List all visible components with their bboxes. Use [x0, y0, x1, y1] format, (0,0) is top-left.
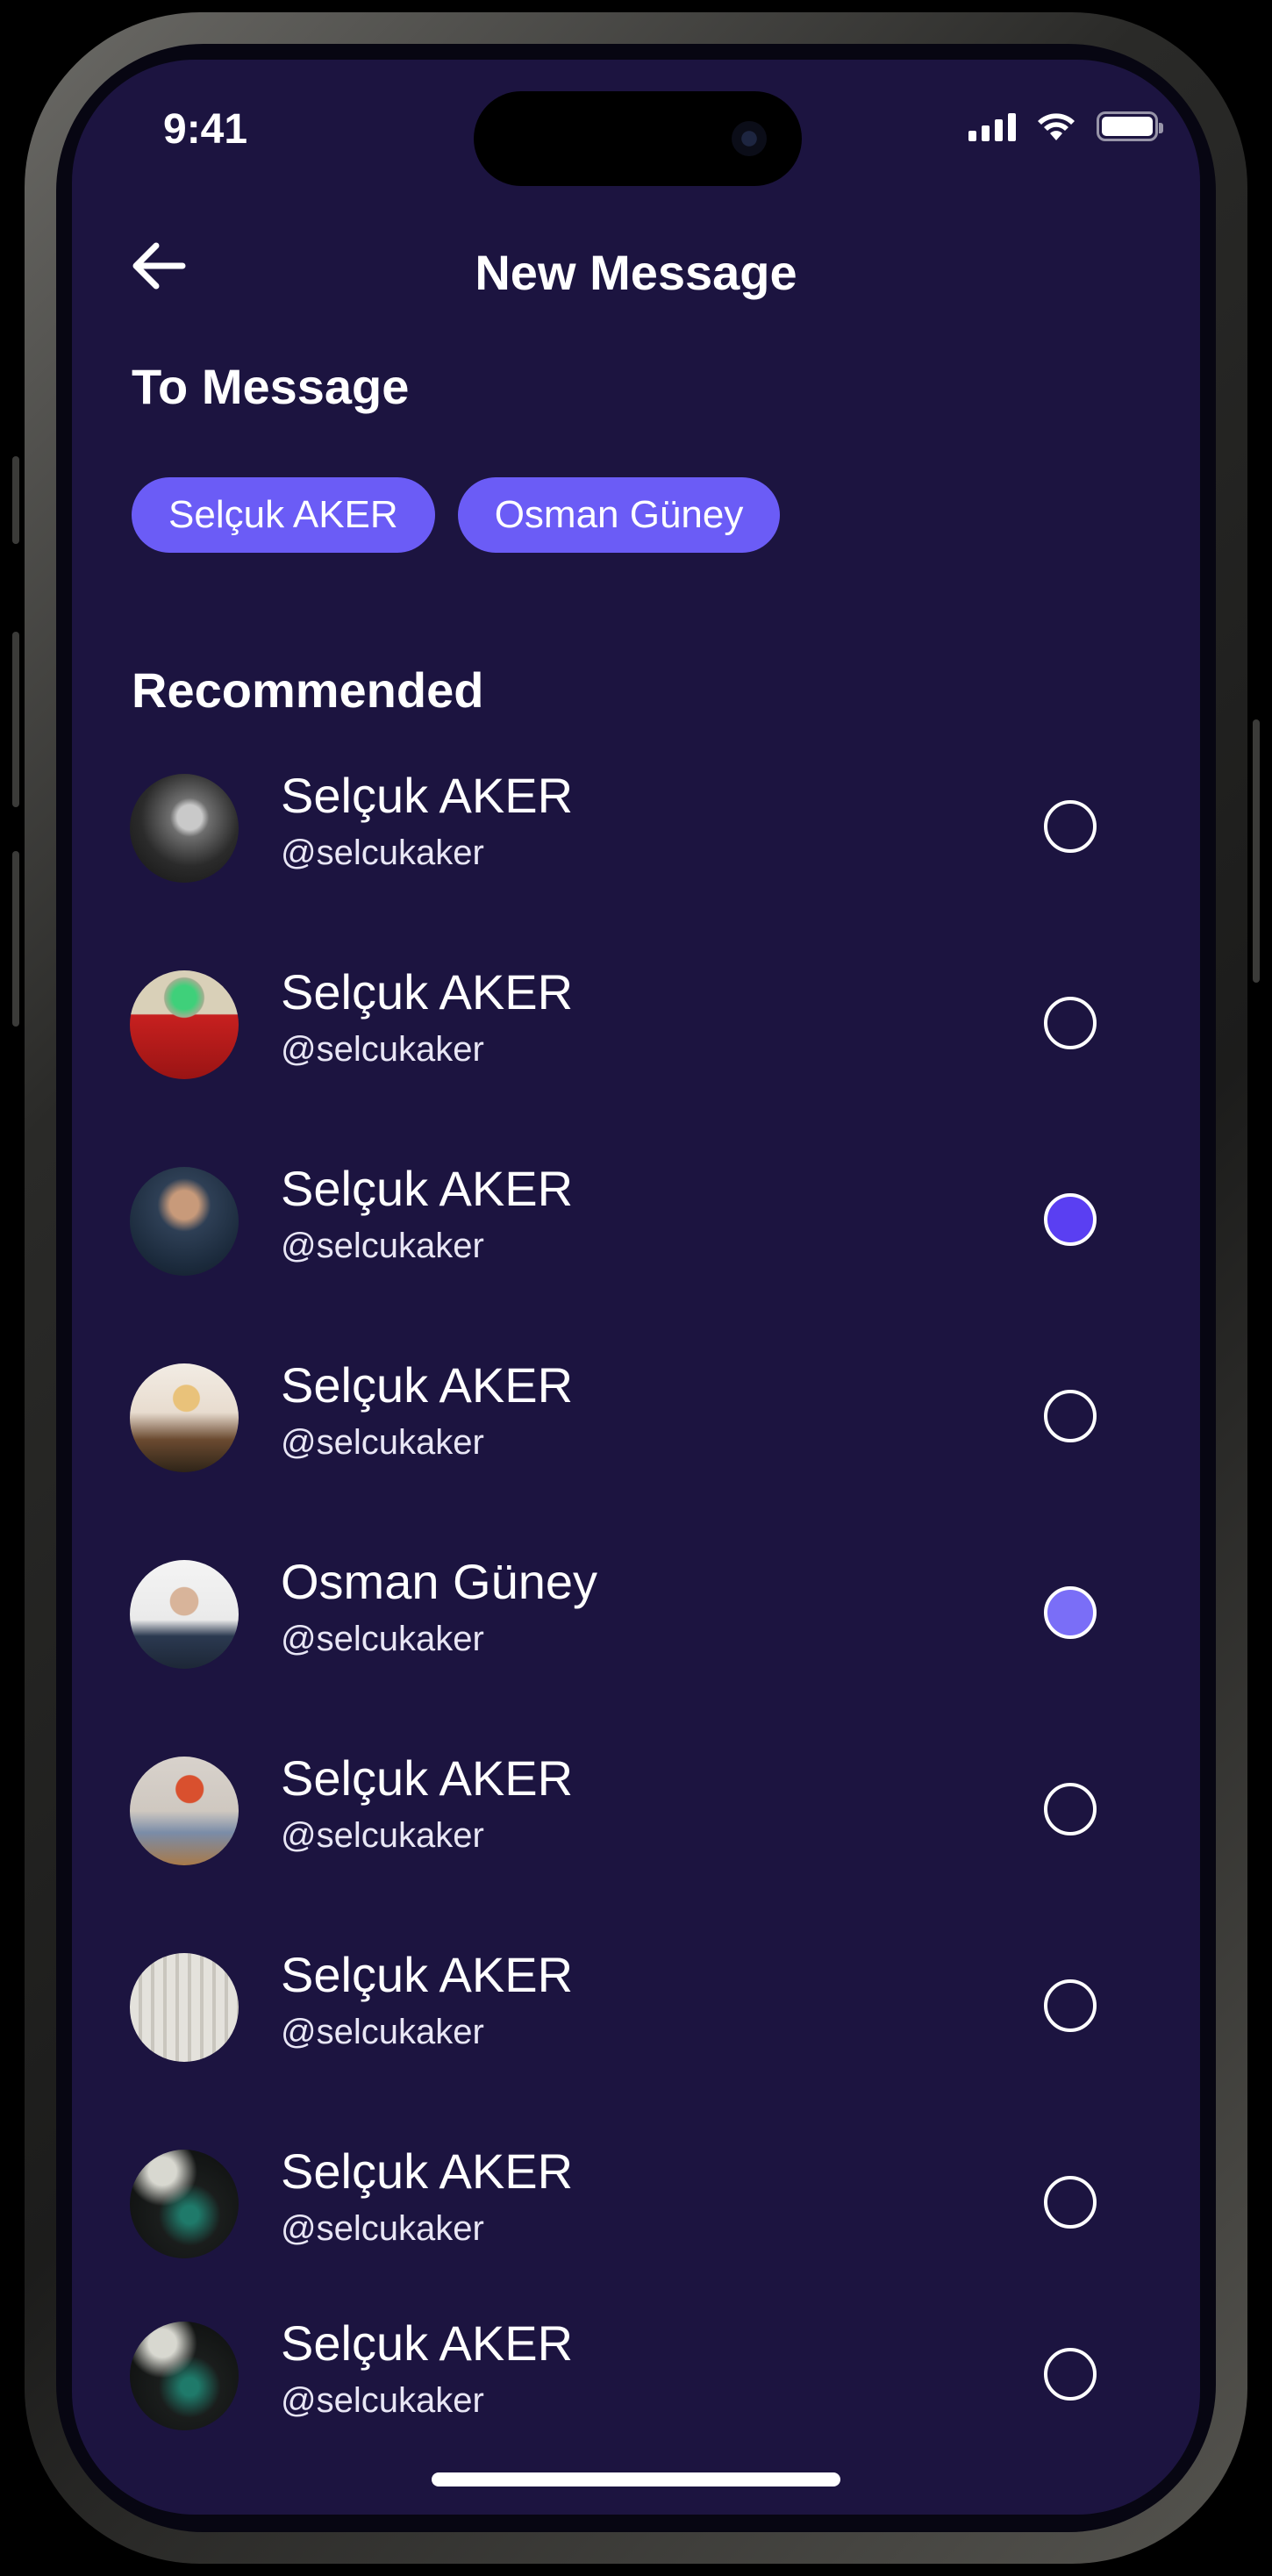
dynamic-island — [474, 91, 802, 186]
volume-down-button — [12, 851, 19, 1027]
select-radio[interactable] — [1044, 997, 1097, 1049]
contact-row[interactable]: Selçuk AKER @selcukaker — [72, 758, 1200, 898]
avatar — [130, 774, 239, 883]
contact-row[interactable]: Selçuk AKER @selcukaker — [72, 2306, 1200, 2446]
camera-icon — [732, 121, 767, 156]
contact-name: Selçuk AKER — [281, 1750, 574, 1806]
power-button — [1253, 719, 1260, 983]
contact-row[interactable]: Selçuk AKER @selcukaker — [72, 1348, 1200, 1488]
contact-row[interactable]: Selçuk AKER @selcukaker — [72, 1937, 1200, 2078]
avatar — [130, 1757, 239, 1865]
contact-name: Selçuk AKER — [281, 1947, 574, 2002]
contact-row[interactable]: Selçuk AKER @selcukaker — [72, 1151, 1200, 1292]
contact-name: Osman Güney — [281, 1554, 598, 1609]
avatar — [130, 1560, 239, 1669]
contact-name: Selçuk AKER — [281, 768, 574, 823]
contact-row[interactable]: Selçuk AKER @selcukaker — [72, 955, 1200, 1095]
contact-name: Selçuk AKER — [281, 2143, 574, 2199]
page-title: New Message — [475, 245, 797, 300]
avatar — [130, 2322, 239, 2430]
select-radio[interactable] — [1044, 2348, 1097, 2401]
select-radio[interactable] — [1044, 2176, 1097, 2229]
cellular-signal-icon — [968, 111, 1016, 141]
select-radio[interactable] — [1044, 1979, 1097, 2032]
contact-handle: @selcukaker — [281, 2209, 484, 2248]
volume-up-button — [12, 632, 19, 807]
contact-name: Selçuk AKER — [281, 1357, 574, 1413]
home-indicator[interactable] — [432, 2472, 840, 2487]
contact-name: Selçuk AKER — [281, 2315, 574, 2371]
select-radio[interactable] — [1044, 800, 1097, 853]
contact-handle: @selcukaker — [281, 834, 484, 872]
to-message-label: To Message — [132, 359, 410, 414]
recipient-chip[interactable]: Selçuk AKER — [132, 477, 435, 553]
status-time: 9:41 — [163, 106, 248, 153]
contact-name: Selçuk AKER — [281, 964, 574, 1020]
contact-handle: @selcukaker — [281, 1227, 484, 1265]
action-button — [12, 456, 19, 544]
app-screen: 9:41 New Message To Message Selçuk AKER … — [72, 60, 1200, 2515]
select-radio[interactable] — [1044, 1390, 1097, 1442]
contact-row[interactable]: Osman Güney @selcukaker — [72, 1544, 1200, 1685]
select-radio[interactable] — [1044, 1193, 1097, 1246]
contact-handle: @selcukaker — [281, 2381, 484, 2420]
avatar — [130, 970, 239, 1079]
avatar — [130, 1167, 239, 1276]
contact-handle: @selcukaker — [281, 1030, 484, 1069]
contact-handle: @selcukaker — [281, 2013, 484, 2051]
select-radio[interactable] — [1044, 1586, 1097, 1639]
wifi-icon — [1038, 113, 1075, 140]
avatar — [130, 1363, 239, 1472]
contact-handle: @selcukaker — [281, 1816, 484, 1855]
recipient-chips: Selçuk AKER Osman Güney — [132, 477, 781, 553]
recommended-label: Recommended — [132, 662, 484, 718]
contact-handle: @selcukaker — [281, 1423, 484, 1462]
contact-handle: @selcukaker — [281, 1620, 484, 1658]
contact-row[interactable]: Selçuk AKER @selcukaker — [72, 2134, 1200, 2274]
contact-name: Selçuk AKER — [281, 1161, 574, 1216]
status-icons — [968, 111, 1163, 142]
battery-icon — [1097, 111, 1163, 141]
avatar — [130, 2150, 239, 2258]
select-radio[interactable] — [1044, 1783, 1097, 1835]
contact-row[interactable]: Selçuk AKER @selcukaker — [72, 1741, 1200, 1881]
avatar — [130, 1953, 239, 2062]
recipient-chip[interactable]: Osman Güney — [457, 477, 781, 553]
